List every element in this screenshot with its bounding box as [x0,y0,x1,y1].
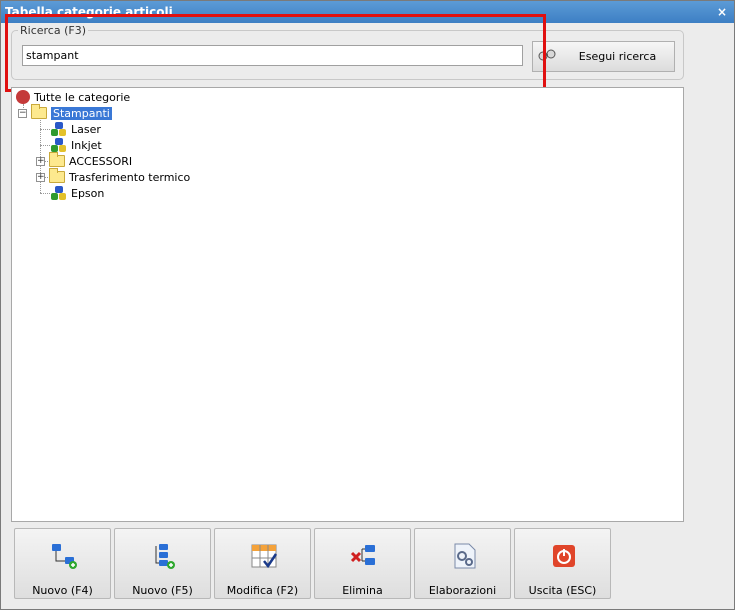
category-leaf-icon [51,186,67,200]
edit-icon [249,541,279,571]
tree-item-trasferimento[interactable]: + Trasferimento termico [36,168,191,185]
tree-item-inkjet[interactable]: Inkjet [51,137,102,153]
category-leaf-icon [51,122,67,136]
search-button[interactable]: Esegui ricerca [532,41,675,72]
tree-node-stampanti[interactable]: − Stampanti [18,104,112,121]
close-icon[interactable]: × [714,4,730,20]
search-button-label: Esegui ricerca [578,50,657,63]
tree-root[interactable]: Tutte le categorie [16,89,130,105]
expand-icon[interactable]: + [36,156,45,166]
strawberry-icon [16,90,30,104]
delete-icon [349,541,379,571]
folder-icon [49,168,65,183]
new-f4-button[interactable]: Nuovo (F4) [14,528,111,599]
tree-item-label: Inkjet [71,138,102,152]
button-label: Elaborazioni [428,584,497,597]
exit-icon [549,541,579,571]
process-button[interactable]: Elaborazioni [414,528,511,599]
new-subcategory-icon [149,541,179,571]
category-table-window: Tabella categorie articoli × Ricerca (F3… [0,0,735,610]
tree-line [40,145,50,146]
tree-item-label: ACCESSORI [69,154,133,168]
tree-item-laser[interactable]: Laser [51,121,101,137]
binoculars-icon [533,49,561,64]
tree-item-label: Laser [71,122,101,136]
search-legend: Ricerca (F3) [18,24,88,37]
category-leaf-icon [51,138,67,152]
folder-open-icon [31,104,47,119]
button-label: Uscita (ESC) [528,584,597,597]
new-f5-button[interactable]: Nuovo (F5) [114,528,211,599]
tree-item-label: Trasferimento termico [69,170,191,184]
button-label: Nuovo (F5) [132,584,193,597]
category-tree[interactable]: Tutte le categorie − Stampanti Laser Ink… [11,87,684,522]
tree-node-label: Stampanti [51,106,112,120]
folder-icon [49,152,65,167]
collapse-icon[interactable]: − [18,108,27,118]
tree-item-label: Epson [71,186,105,200]
delete-button[interactable]: Elimina [314,528,411,599]
edit-button[interactable]: Modifica (F2) [214,528,311,599]
process-icon [449,541,479,571]
button-label: Modifica (F2) [226,584,299,597]
search-group: Ricerca (F3) Esegui ricerca [11,24,684,80]
search-input[interactable] [22,45,523,66]
tree-item-epson[interactable]: Epson [51,185,104,201]
tree-line [40,129,50,130]
button-label: Elimina [342,584,383,597]
expand-icon[interactable]: + [36,172,45,182]
tree-root-label: Tutte le categorie [34,90,131,104]
tree-item-accessori[interactable]: + ACCESSORI [36,152,133,169]
window-title: Tabella categorie articoli [1,1,734,23]
new-category-icon [49,541,79,571]
tree-line [40,193,50,194]
button-label: Nuovo (F4) [32,584,93,597]
exit-button[interactable]: Uscita (ESC) [514,528,611,599]
